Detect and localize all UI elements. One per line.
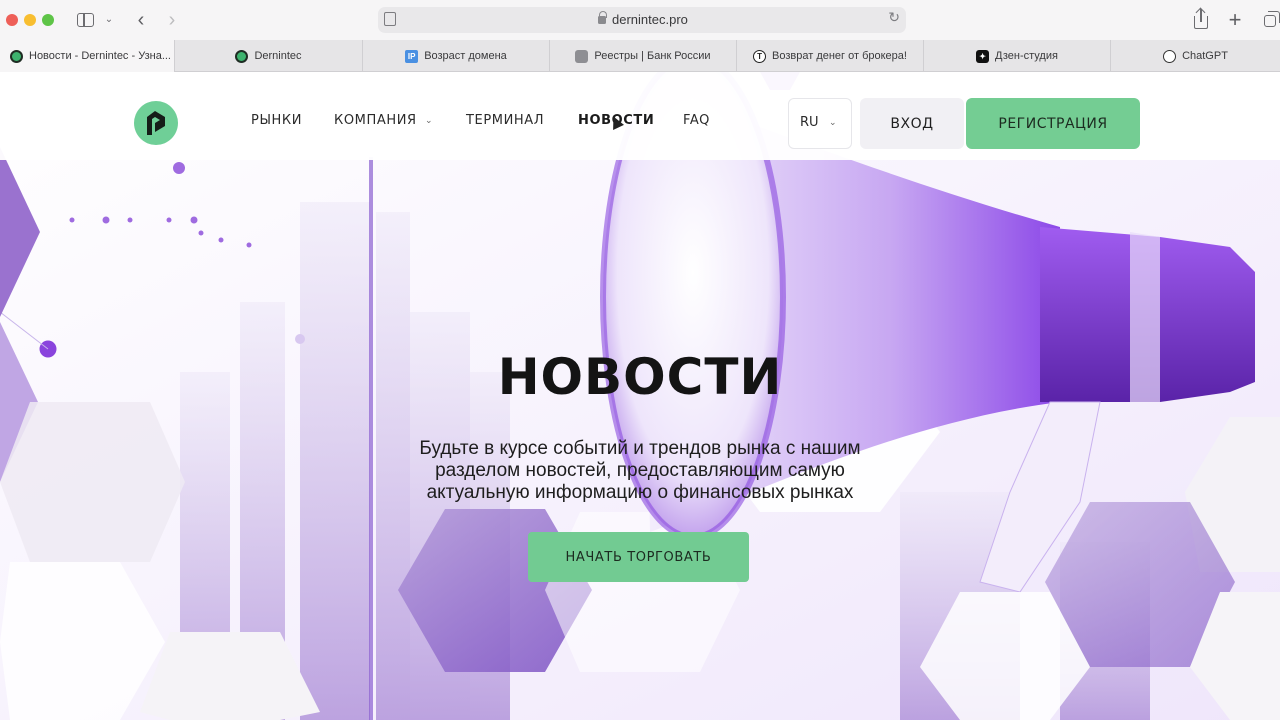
bank-russia-favicon-icon (575, 49, 589, 63)
lock-icon (598, 11, 607, 24)
tab-overview-icon[interactable] (1262, 9, 1280, 31)
tab-dernintec[interactable]: Dernintec (174, 40, 362, 72)
logo-mark-icon (147, 111, 165, 135)
chevron-down-icon[interactable]: ⌄ (103, 9, 115, 31)
tab-label: Возврат денег от брокера! (772, 50, 907, 62)
share-icon[interactable] (1192, 9, 1210, 31)
reload-icon[interactable]: ↻ (888, 9, 900, 26)
tab-chatgpt[interactable]: ChatGPT (1110, 40, 1280, 72)
web-page: РЫНКИ КОМПАНИЯ ⌄ ТЕРМИНАЛ НОВОСТИ FAQ RU… (0, 72, 1280, 720)
dernintec-favicon-icon (10, 49, 23, 63)
register-button[interactable]: РЕГИСТРАЦИЯ (966, 98, 1140, 149)
zoom-window-button[interactable] (42, 14, 54, 26)
tab-label: Возраст домена (424, 50, 507, 62)
tab-domain-age[interactable]: IP Возраст домена (362, 40, 549, 72)
dernintec-logo[interactable] (134, 101, 178, 145)
chevron-down-icon[interactable]: ⌄ (425, 115, 433, 126)
login-button[interactable]: ВХОД (860, 98, 964, 149)
language-label: RU (800, 115, 819, 130)
tab-bar: Новости - Dernintec - Узна... Dernintec … (0, 40, 1280, 72)
chatgpt-favicon-icon (1163, 49, 1177, 63)
start-trading-button[interactable]: НАЧАТЬ ТОРГОВАТЬ (528, 532, 749, 582)
url-text[interactable]: dernintec.pro (612, 12, 688, 27)
tab-label: Дзен-студия (995, 50, 1058, 62)
nav-faq[interactable]: FAQ (683, 113, 710, 128)
page-icon (384, 12, 396, 26)
tab-news[interactable]: Новости - Dernintec - Узна... (0, 40, 174, 72)
ip-favicon-icon: IP (405, 49, 419, 63)
dernintec-favicon-icon (235, 49, 249, 63)
chevron-down-icon: ⌄ (829, 117, 837, 127)
page-title: НОВОСТИ (497, 348, 783, 406)
tab-label: ChatGPT (1182, 50, 1228, 62)
minimize-window-button[interactable] (24, 14, 36, 26)
language-select[interactable]: RU ⌄ (788, 98, 852, 149)
forward-arrow-icon[interactable]: › (164, 9, 180, 31)
tab-label: Dernintec (254, 50, 302, 62)
tab-dzen-studio[interactable]: ✦ Дзен-студия (923, 40, 1110, 72)
tab-label: Новости - Dernintec - Узна... (29, 50, 171, 62)
close-window-button[interactable] (6, 14, 18, 26)
hero-subtitle: Будьте в курсе событий и трендов рынка с… (419, 438, 861, 503)
dzen-favicon-icon: ✦ (976, 49, 990, 63)
sidebar-toggle-icon[interactable] (76, 9, 96, 31)
back-arrow-icon[interactable]: ‹ (133, 9, 149, 31)
nav-markets[interactable]: РЫНКИ (251, 113, 302, 128)
tab-broker-refund[interactable]: T Возврат денег от брокера! (736, 40, 923, 72)
site-header: РЫНКИ КОМПАНИЯ ⌄ ТЕРМИНАЛ НОВОСТИ FAQ RU… (0, 72, 1280, 160)
nav-terminal[interactable]: ТЕРМИНАЛ (466, 113, 544, 128)
address-bar[interactable]: dernintec.pro ↻ (378, 7, 906, 33)
tab-label: Реестры | Банк России (594, 50, 711, 62)
tab-bank-russia[interactable]: Реестры | Банк России (549, 40, 736, 72)
new-tab-icon[interactable]: + (1226, 9, 1244, 31)
browser-toolbar: ⌄ ‹ › dernintec.pro ↻ + (0, 0, 1280, 40)
nav-company[interactable]: КОМПАНИЯ (334, 113, 417, 128)
t-favicon-icon: T (753, 49, 767, 63)
